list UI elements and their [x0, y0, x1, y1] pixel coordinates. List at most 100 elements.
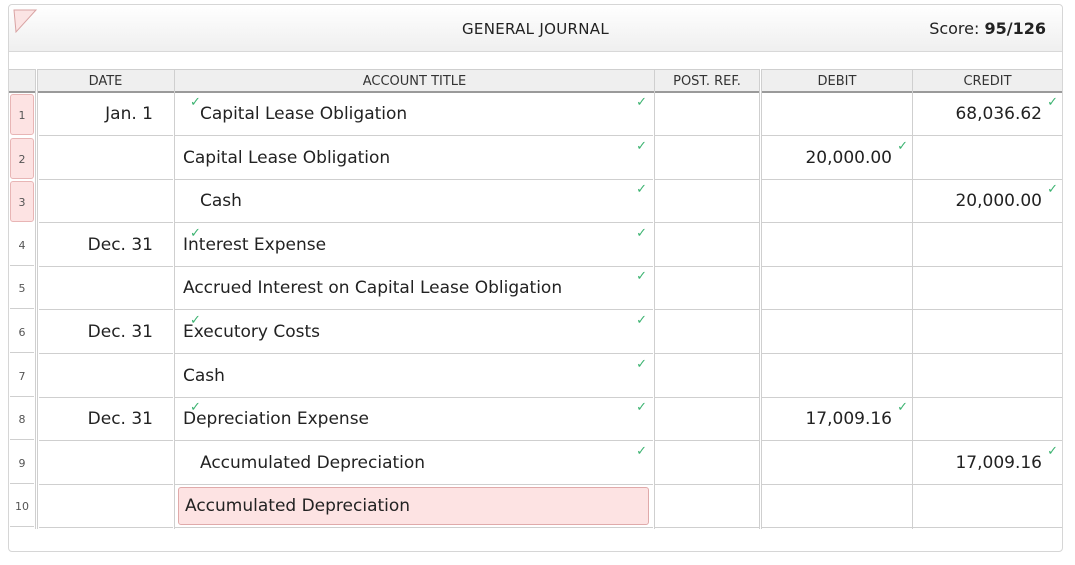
debit-field[interactable]: 20,000.00 ✓	[762, 137, 912, 180]
score-value: 95/126	[984, 19, 1046, 38]
row-number: 6	[10, 312, 34, 353]
date-field[interactable]	[39, 485, 173, 529]
correct-check-icon: ✓	[636, 313, 647, 328]
correct-check-icon: ✓	[897, 138, 908, 154]
account-title-field[interactable]: Depreciation Expense ✓	[175, 398, 653, 442]
journal-header: GENERAL JOURNAL Score: 95/126	[9, 5, 1062, 52]
score-label: Score:	[929, 19, 980, 38]
correct-check-icon: ✓	[1047, 95, 1058, 110]
correct-check-icon: ✓	[636, 138, 647, 154]
credit-field[interactable]	[913, 267, 1062, 311]
date-field[interactable]	[39, 180, 173, 224]
correct-check-icon: ✓	[636, 269, 647, 285]
divider	[174, 69, 175, 529]
post-ref-field[interactable]	[655, 311, 759, 354]
post-ref-field[interactable]	[655, 180, 759, 224]
post-ref-field[interactable]	[655, 224, 759, 267]
score-display: Score: 95/126	[929, 19, 1046, 38]
header-row-number	[9, 69, 35, 93]
row-number: 1	[10, 94, 34, 135]
journal-row: 3 Cash ✓ 20,000.00 ✓	[9, 180, 1062, 224]
account-title-field[interactable]: Cash ✓	[175, 355, 653, 398]
post-ref-field[interactable]	[655, 267, 759, 311]
header-debit: DEBIT	[762, 69, 912, 93]
journal-row: 7 Cash ✓	[9, 355, 1062, 399]
post-ref-field[interactable]	[655, 398, 759, 442]
account-title-field[interactable]: Accumulated Depreciation	[175, 485, 653, 529]
correct-check-icon: ✓	[636, 356, 647, 372]
account-title-field[interactable]: Accrued Interest on Capital Lease Obliga…	[175, 267, 653, 311]
header-date: DATE	[37, 69, 174, 93]
post-ref-field[interactable]	[655, 137, 759, 180]
post-ref-field[interactable]	[655, 485, 759, 529]
row-number: 3	[10, 181, 34, 223]
header-account-title: ACCOUNT TITLE	[175, 69, 654, 93]
credit-field[interactable]	[913, 355, 1062, 398]
correct-check-icon: ✓	[897, 400, 908, 416]
correct-check-icon: ✓	[636, 182, 647, 198]
header-post-ref: POST. REF.	[655, 69, 759, 93]
row-number: 8	[10, 399, 34, 441]
date-field[interactable]	[39, 355, 173, 398]
correct-check-icon: ✓	[636, 225, 647, 241]
account-title-input-incorrect[interactable]: Accumulated Depreciation	[178, 487, 649, 526]
row-number: 5	[10, 268, 34, 310]
debit-field[interactable]	[762, 267, 912, 311]
journal-row: 6 Dec. 31 ✓ Executory Costs ✓	[9, 311, 1062, 355]
header-credit: CREDIT	[913, 69, 1062, 93]
post-ref-field[interactable]	[655, 355, 759, 398]
correct-check-icon: ✓	[636, 443, 647, 459]
credit-field[interactable]	[913, 398, 1062, 442]
date-field[interactable]: Jan. 1 ✓	[39, 93, 201, 136]
debit-field[interactable]	[762, 442, 912, 485]
account-title-field[interactable]: Interest Expense ✓	[175, 224, 653, 267]
debit-field[interactable]: 17,009.16 ✓	[762, 398, 912, 442]
divider	[761, 69, 762, 529]
post-ref-field[interactable]	[655, 442, 759, 485]
credit-field[interactable]	[913, 311, 1062, 354]
date-field[interactable]	[39, 442, 173, 485]
journal-row: 10 Accumulated Depreciation	[9, 485, 1062, 529]
post-ref-field[interactable]	[655, 93, 759, 136]
date-field[interactable]	[39, 267, 173, 311]
correct-check-icon: ✓	[1047, 443, 1058, 459]
account-title-field[interactable]: Cash ✓	[175, 180, 653, 224]
correct-check-icon: ✓	[636, 400, 647, 416]
account-title-field[interactable]: Capital Lease Obligation ✓	[175, 93, 653, 136]
account-title-field[interactable]: Accumulated Depreciation ✓	[175, 442, 653, 485]
journal-panel: GENERAL JOURNAL Score: 95/126 DATE ACCOU…	[8, 4, 1063, 552]
divider	[35, 69, 36, 529]
credit-field[interactable]: 17,009.16 ✓	[913, 442, 1062, 485]
credit-field[interactable]	[913, 485, 1062, 529]
row-number: 10	[10, 486, 34, 528]
credit-field[interactable]	[913, 224, 1062, 267]
journal-row: 2 Capital Lease Obligation ✓ 20,000.00 ✓	[9, 137, 1062, 181]
row-number: 2	[10, 137, 34, 179]
divider	[759, 69, 760, 529]
debit-field[interactable]	[762, 485, 912, 529]
credit-field[interactable]: 68,036.62 ✓	[913, 93, 1062, 136]
debit-field[interactable]	[762, 311, 912, 354]
journal-row: 1 Jan. 1 ✓ Capital Lease Obligation ✓ 68,036.…	[9, 93, 1062, 137]
divider	[912, 69, 913, 529]
debit-field[interactable]	[762, 224, 912, 267]
debit-field[interactable]	[762, 180, 912, 224]
date-field[interactable]: Dec. 31 ✓	[39, 311, 201, 354]
credit-field[interactable]	[913, 137, 1062, 180]
date-field[interactable]	[39, 137, 173, 180]
journal-row: 4 Dec. 31 ✓ Interest Expense ✓	[9, 224, 1062, 268]
credit-field[interactable]: 20,000.00 ✓	[913, 180, 1062, 224]
date-field[interactable]: Dec. 31 ✓	[39, 224, 201, 267]
journal-row: 8 Dec. 31 ✓ Depreciation Expense ✓ 17,009.16 ✓	[9, 398, 1062, 442]
account-title-field[interactable]: Capital Lease Obligation ✓	[175, 137, 653, 180]
date-field[interactable]: Dec. 31 ✓	[39, 398, 201, 442]
row-number: 7	[10, 356, 34, 397]
account-title-field[interactable]: Executory Costs ✓	[175, 311, 653, 354]
correct-check-icon: ✓	[1047, 182, 1058, 198]
row-number: 9	[10, 443, 34, 484]
correct-check-icon: ✓	[636, 95, 647, 110]
debit-field[interactable]	[762, 93, 912, 136]
divider	[654, 69, 655, 529]
row-number: 4	[10, 225, 34, 266]
debit-field[interactable]	[762, 355, 912, 398]
